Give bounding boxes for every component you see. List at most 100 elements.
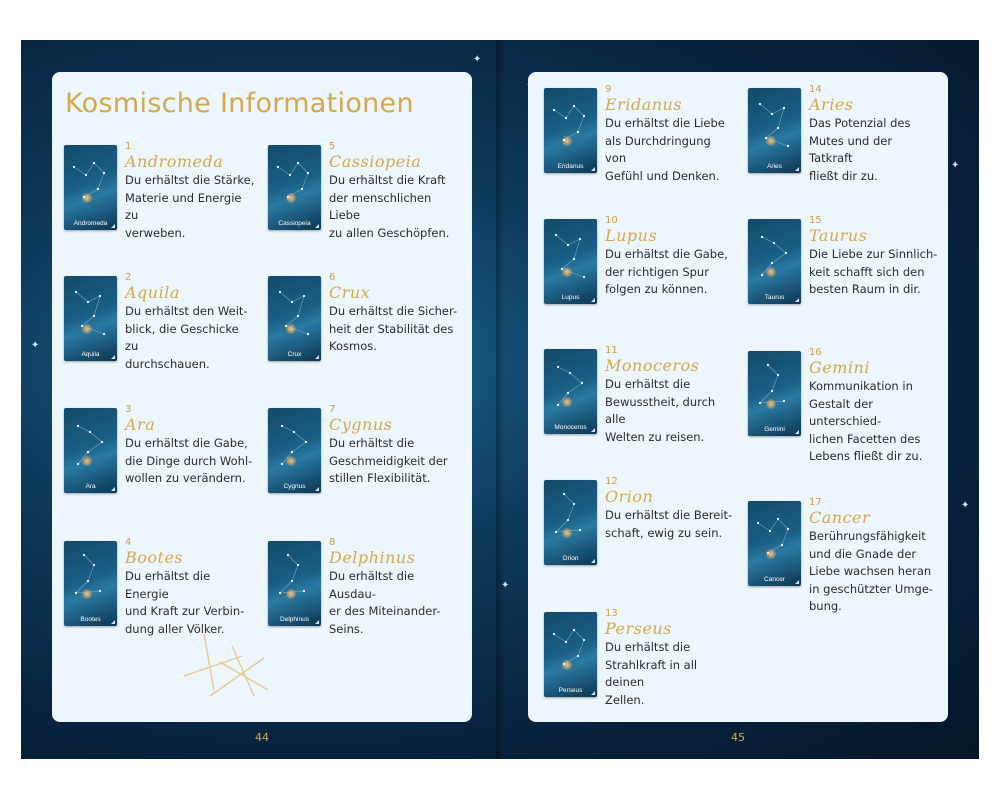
card-caption: Aries xyxy=(767,163,782,170)
star-icon: ✦ xyxy=(501,580,510,591)
card-caption: Delphinus xyxy=(280,616,309,623)
description-line: Seins. xyxy=(329,621,364,636)
corner-triangle-icon xyxy=(591,167,595,171)
description-line: der richtigen Spur xyxy=(605,264,709,279)
constellation-name: Crux xyxy=(329,283,371,302)
description-line: Berührungsfähigkeit xyxy=(809,529,926,543)
card-caption: Gemini xyxy=(764,426,785,433)
description-line: bung. xyxy=(809,599,842,613)
constellation-entry: Delphinus 8 Delphinus Du erhältst die Ausda… xyxy=(268,537,468,636)
corner-triangle-icon xyxy=(315,355,319,359)
constellation-entry: Taurus 15 Taurus Die Liebe zur Sinnlich-kei… xyxy=(748,215,948,314)
constellation-name: Monoceros xyxy=(605,356,700,375)
description-line: und die Gnade der xyxy=(809,546,917,561)
constellation-entry: Orion 12 Orion Du erhältst die Bereit-schaf… xyxy=(544,476,744,575)
constellation-name: Taurus xyxy=(809,226,868,245)
constellation-name: Delphinus xyxy=(329,548,416,567)
constellation-card-image: Taurus xyxy=(748,219,801,304)
entry-text: 10 Lupus Du erhältst die Gabe, der richtige… xyxy=(605,215,735,299)
constellation-card-image: Monoceros xyxy=(544,349,597,434)
star-icon: ✦ xyxy=(961,500,970,511)
corner-triangle-icon xyxy=(315,224,319,228)
description-line: folgen zu können. xyxy=(605,282,708,296)
entry-description: Das Potenzial des Mutes und der Tatkraft f… xyxy=(809,115,939,185)
description-line: zu allen Geschöpfen. xyxy=(329,225,450,240)
entry-description: Du erhältst die Geschmeidigkeit der stille… xyxy=(329,435,459,488)
corner-triangle-icon xyxy=(795,580,799,584)
constellation-card-image: Gemini xyxy=(748,351,801,436)
entry-description: Du erhältst die Strahlkraft in all deinen… xyxy=(605,639,735,709)
description-line: Du erhältst die xyxy=(605,640,691,654)
corner-triangle-icon xyxy=(591,559,595,563)
constellation-lines-icon xyxy=(278,290,310,336)
corner-triangle-icon xyxy=(591,428,595,432)
entry-description: Du erhältst die Sicher-heit der Stabilit… xyxy=(329,303,459,356)
entry-description: Du erhältst die Gabe, die Dinge durch Woh… xyxy=(125,435,255,488)
constellation-card-image: Lupus xyxy=(544,219,597,304)
constellation-name: Andromeda xyxy=(125,152,224,171)
constellation-entry: Monoceros 11 Monoceros Du erhältst die Bewus… xyxy=(544,345,744,444)
description-line: die Dinge durch Wohl- xyxy=(125,453,253,468)
page-number-left: 44 xyxy=(255,731,269,744)
description-line: Du erhältst die Ausdau- xyxy=(329,569,415,601)
entry-text: 15 Taurus Die Liebe zur Sinnlich-keit scha… xyxy=(809,215,939,299)
constellation-entry: Gemini 16 Gemini Kommunikation in Gestalt de… xyxy=(748,347,948,463)
description-line: Die Liebe zur Sinnlich- xyxy=(809,247,938,261)
constellation-card-image: Orion xyxy=(544,480,597,565)
constellation-card-image: Eridanus xyxy=(544,88,597,173)
description-line: er des Miteinander- xyxy=(329,604,441,618)
description-line: Kommunikation in xyxy=(809,379,913,393)
constellation-name: Cancer xyxy=(809,508,871,527)
constellation-card-image: Cassiopeia xyxy=(268,145,321,230)
entry-description: Du erhältst die Kraft der menschlichen Li… xyxy=(329,172,459,242)
constellation-entry: Aquila 2 Aquila Du erhältst den Weit-blick,… xyxy=(64,272,264,371)
entry-text: 9 Eridanus Du erhältst die Liebe als Durchd… xyxy=(605,84,735,185)
constellation-card-image: Perseus xyxy=(544,612,597,697)
constellation-card-image: Cygnus xyxy=(268,408,321,493)
corner-triangle-icon xyxy=(111,487,115,491)
constellation-entry: Andromeda 1 Andromeda Du erhältst die Stärk… xyxy=(64,141,264,242)
description-line: Du erhältst die Kraft xyxy=(329,173,446,187)
constellation-lines-icon xyxy=(74,290,106,336)
card-caption: Monoceros xyxy=(554,424,587,431)
constellation-lines-icon xyxy=(756,517,790,555)
description-line: als Durchdringung von xyxy=(605,133,711,166)
constellation-lines-icon xyxy=(760,235,788,277)
constellation-card-image: Andromeda xyxy=(64,145,117,230)
description-line: Du erhältst die Gabe, xyxy=(125,436,248,450)
description-line: Du erhältst die Liebe xyxy=(605,116,725,130)
corner-triangle-icon xyxy=(795,167,799,171)
description-line: in geschützter Umge- xyxy=(809,581,934,596)
description-line: Mutes und der Tatkraft xyxy=(809,133,893,166)
card-caption: Lupus xyxy=(561,294,580,301)
constellation-entry: Lupus 10 Lupus Du erhältst die Gabe, der ric… xyxy=(544,215,744,314)
description-line: schaft, ewig zu sein. xyxy=(605,525,723,540)
description-line: wollen zu verändern. xyxy=(125,471,246,485)
entry-description: Du erhältst die Stärke, Materie und Energ… xyxy=(125,172,255,242)
card-caption: Eridanus xyxy=(557,163,584,170)
entry-description: Du erhältst den Weit-blick, die Geschick… xyxy=(125,303,255,373)
description-line: Du erhältst die Bereit- xyxy=(605,508,733,522)
constellation-entry: Ara 3 Ara Du erhältst die Gabe, die Dinge du… xyxy=(64,404,264,503)
constellation-entry: Eridanus 9 Eridanus Du erhältst die Liebe al… xyxy=(544,84,744,183)
star-icon: ✦ xyxy=(31,340,40,351)
entry-text: 2 Aquila Du erhältst den Weit-blick, die G… xyxy=(125,272,255,373)
constellation-name: Ara xyxy=(125,415,156,434)
entry-text: 3 Ara Du erhältst die Gabe, die Dinge durch… xyxy=(125,404,255,488)
constellation-card-image: Aries xyxy=(748,88,801,173)
description-line: heit der Stabilität des xyxy=(329,321,454,336)
card-caption: Orion xyxy=(562,555,579,562)
constellation-name: Cassiopeia xyxy=(329,152,422,171)
star-icon: ✦ xyxy=(951,160,960,171)
description-line: Du erhältst die xyxy=(329,436,415,450)
entry-text: 8 Delphinus Du erhältst die Ausdau-er des … xyxy=(329,537,459,638)
constellation-card-image: Crux xyxy=(268,276,321,361)
entry-description: Du erhältst die Bereit-schaft, ewig zu s… xyxy=(605,507,735,542)
constellation-lines-icon xyxy=(280,424,308,466)
constellation-entry: Cygnus 7 Cygnus Du erhältst die Geschmeidigk… xyxy=(268,404,468,503)
entry-text: 16 Gemini Kommunikation in Gestalt der unte… xyxy=(809,347,939,466)
constellation-name: Gemini xyxy=(809,358,870,377)
card-caption: Taurus xyxy=(764,294,785,301)
page-number-right: 45 xyxy=(731,731,745,744)
corner-triangle-icon xyxy=(795,298,799,302)
